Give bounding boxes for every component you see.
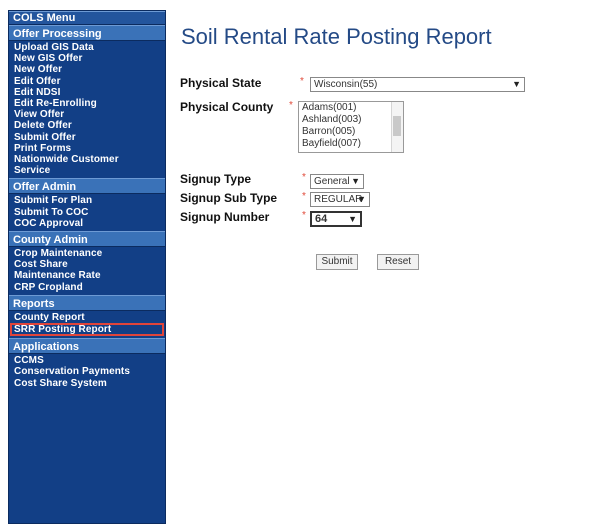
submit-button[interactable]: Submit [316,254,358,270]
required-marker: * [302,172,306,183]
menu-item-nationwide-customer[interactable]: Nationwide Customer [9,154,165,165]
scrollbar-thumb[interactable] [393,116,401,136]
signup-number-select[interactable]: 64 ▼ [310,211,362,227]
section-header-offer-admin: Offer Admin [9,178,165,195]
menu-item-cost-share[interactable]: Cost Share [9,259,165,270]
physical-county-listbox[interactable]: Adams(001) Ashland(003) Barron(005) Bayf… [298,101,404,153]
menu-item-print-forms[interactable]: Print Forms [9,143,165,154]
physical-state-value: Wisconsin(55) [314,79,378,90]
county-option[interactable]: Ashland(003) [299,114,403,126]
menu-item-edit-ndsi[interactable]: Edit NDSI [9,87,165,98]
section-header-offer-processing: Offer Processing [9,25,165,41]
signup-number-label: Signup Number [180,210,270,224]
county-option[interactable]: Barron(005) [299,126,403,138]
signup-number-value: 64 [315,213,328,225]
menu-item-edit-re-enrolling[interactable]: Edit Re-Enrolling [9,98,165,109]
menu-item-service[interactable]: Service [9,165,165,176]
physical-county-label: Physical County [180,100,274,114]
required-marker: * [289,100,293,111]
menu-item-new-offer[interactable]: New Offer [9,64,165,75]
section-header-reports: Reports [9,294,165,311]
listbox-scrollbar[interactable] [391,102,403,152]
menu-item-submit-to-coc[interactable]: Submit To COC [9,207,165,218]
menu-item-view-offer[interactable]: View Offer [9,109,165,120]
sidebar-menu: COLS Menu Offer Processing Upload GIS Da… [8,10,166,524]
menu-item-edit-offer[interactable]: Edit Offer [9,76,165,87]
signup-sub-type-label: Signup Sub Type [180,191,278,205]
reset-button[interactable]: Reset [377,254,419,270]
required-marker: * [302,191,306,202]
signup-type-label: Signup Type [180,172,252,186]
menu-item-crop-maintenance[interactable]: Crop Maintenance [9,248,165,259]
menu-item-coc-approval[interactable]: COC Approval [9,218,165,229]
menu-item-new-gis-offer[interactable]: New GIS Offer [9,53,165,64]
menu-item-submit-offer[interactable]: Submit Offer [9,132,165,143]
menu-item-crp-cropland[interactable]: CRP Cropland [9,282,165,293]
menu-item-maintenance-rate[interactable]: Maintenance Rate [9,270,165,281]
chevron-down-icon: ▼ [357,194,366,204]
chevron-down-icon: ▼ [351,176,360,186]
county-option[interactable]: Adams(001) [299,102,403,114]
county-option[interactable]: Bayfield(007) [299,138,403,150]
menu-item-upload-gis-data[interactable]: Upload GIS Data [9,42,165,53]
signup-type-value: General [314,176,350,187]
menu-item-cost-share-system[interactable]: Cost Share System [9,378,165,389]
section-header-county-admin: County Admin [9,231,165,248]
signup-type-select[interactable]: General ▼ [310,174,364,189]
chevron-down-icon: ▼ [348,214,357,224]
physical-state-select[interactable]: Wisconsin(55) ▼ [310,77,525,92]
signup-sub-type-value: REGULAR [314,194,363,205]
required-marker: * [302,210,306,221]
page-title: Soil Rental Rate Posting Report [181,24,492,49]
menu-item-conservation-payments[interactable]: Conservation Payments [9,366,165,377]
chevron-down-icon: ▼ [512,79,521,89]
menu-item-delete-offer[interactable]: Delete Offer [9,120,165,131]
menu-item-ccms[interactable]: CCMS [9,355,165,366]
signup-sub-type-select[interactable]: REGULAR ▼ [310,192,370,207]
physical-state-label: Physical State [180,76,262,90]
menu-item-submit-for-plan[interactable]: Submit For Plan [9,195,165,206]
menu-item-county-report[interactable]: County Report [9,312,165,323]
menu-title: COLS Menu [9,11,165,25]
section-header-applications: Applications [9,338,165,355]
required-marker: * [300,76,304,87]
menu-item-srr-posting-report[interactable]: SRR Posting Report [10,323,164,337]
